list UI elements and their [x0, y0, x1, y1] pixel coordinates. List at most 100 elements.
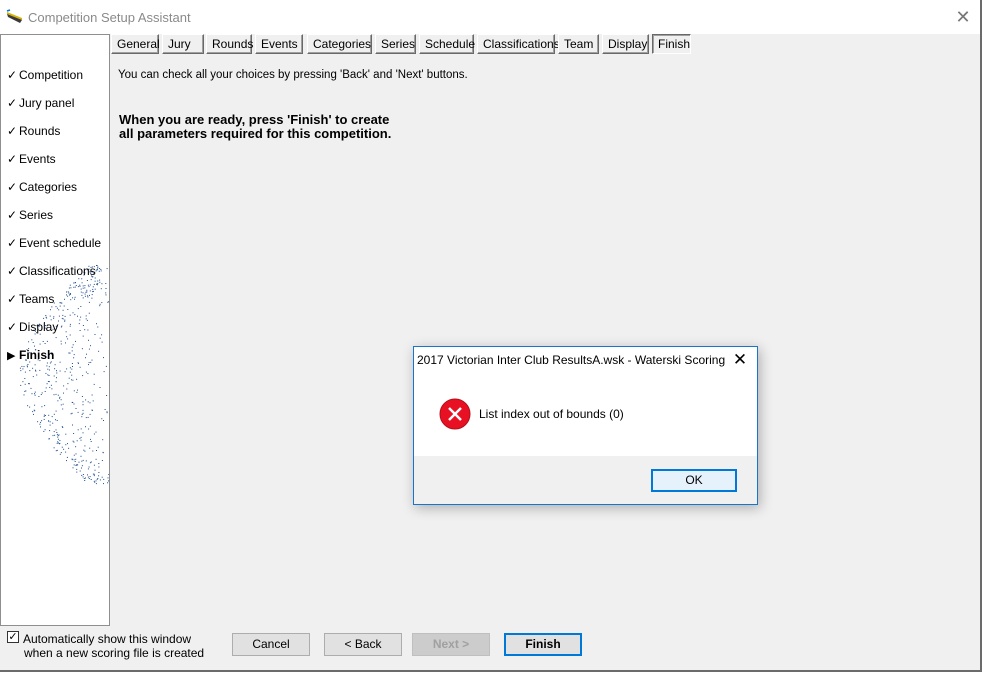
pattern-dot [82, 459, 84, 461]
pattern-dot [88, 362, 90, 364]
dialog-title: 2017 Victorian Inter Club ResultsA.wsk -… [417, 353, 726, 367]
pattern-dot [69, 371, 71, 373]
tab-jury[interactable]: Jury [162, 34, 204, 54]
tab-classifications[interactable]: Classifications [477, 34, 560, 54]
pattern-dot [66, 368, 68, 370]
ok-button[interactable]: OK [651, 469, 737, 492]
tab-events[interactable]: Events [255, 34, 303, 54]
pattern-dot [74, 461, 76, 462]
pattern-dot [56, 432, 58, 433]
pattern-dot [97, 284, 98, 286]
pattern-dot [107, 482, 109, 484]
pattern-dot [89, 425, 91, 427]
pattern-dot [77, 389, 78, 391]
pattern-dot [59, 440, 61, 442]
pattern-dot [68, 447, 70, 449]
pattern-dot [48, 369, 50, 371]
pattern-dot [55, 410, 57, 412]
pattern-dot [97, 266, 99, 268]
pattern-dot [46, 383, 48, 385]
pattern-dot [67, 295, 69, 297]
tab-categories[interactable]: Categories [307, 34, 372, 54]
pattern-dot [97, 269, 98, 271]
pattern-dot [74, 296, 76, 298]
setup-assistant-window: Competition Setup Assistant ✕ ✓ Competiti… [0, 0, 982, 672]
pattern-dot [75, 446, 77, 448]
pattern-dot [88, 301, 90, 303]
sidebar-step-series: ✓ Series [7, 208, 53, 226]
dialog-close-icon[interactable]: ✕ [731, 351, 749, 369]
pattern-dot [77, 308, 79, 310]
pattern-dot [23, 366, 25, 368]
pattern-dot [56, 420, 58, 421]
pattern-dot [93, 464, 95, 466]
pattern-dot [34, 404, 36, 406]
pattern-dot [99, 479, 101, 481]
pattern-dot [80, 428, 82, 430]
pattern-dot [48, 420, 50, 422]
pattern-dot [43, 418, 45, 420]
auto-show-checkbox[interactable]: ✓ [7, 631, 19, 643]
pattern-dot [88, 428, 90, 430]
tab-schedule[interactable]: Schedule [419, 34, 475, 54]
title-bar: Competition Setup Assistant ✕ [0, 0, 980, 34]
pattern-dot [50, 384, 52, 386]
finish-button[interactable]: Finish [504, 633, 582, 656]
pattern-dot [108, 474, 109, 475]
pattern-dot [69, 367, 71, 369]
auto-show-label-line-2: when a new scoring file is created [24, 646, 205, 660]
pattern-dot [61, 302, 63, 304]
pattern-dot [85, 291, 87, 293]
pattern-dot [74, 282, 76, 284]
pattern-dot [79, 319, 81, 321]
pattern-dot [74, 314, 76, 316]
tab-general[interactable]: General [111, 34, 160, 54]
pattern-dot [63, 305, 65, 307]
pattern-dot [24, 390, 26, 392]
pattern-dot [22, 368, 24, 370]
tab-series[interactable]: Series [375, 34, 416, 54]
pattern-dot [92, 286, 94, 288]
pattern-dot [59, 397, 60, 399]
pattern-dot [53, 447, 55, 449]
sidebar-step-rounds: ✓ Rounds [7, 124, 60, 142]
error-icon [439, 398, 471, 430]
close-icon[interactable]: ✕ [954, 8, 972, 26]
pattern-dot [19, 367, 21, 369]
pattern-dot [81, 416, 83, 418]
pattern-dot [82, 335, 84, 337]
pattern-dot [71, 350, 73, 352]
cancel-button[interactable]: Cancel [232, 633, 310, 656]
pattern-dot [92, 291, 94, 293]
pattern-dot [36, 374, 38, 376]
pattern-dot [103, 357, 104, 359]
pattern-dot [68, 377, 70, 379]
pattern-dot [95, 483, 97, 485]
error-dialog: 2017 Victorian Inter Club ResultsA.wsk -… [413, 346, 758, 505]
pattern-dot [85, 371, 87, 373]
pattern-dot [99, 387, 101, 388]
pattern-dot [84, 450, 86, 452]
pattern-dot [84, 285, 86, 287]
tab-team[interactable]: Team [558, 34, 599, 54]
pattern-dot [93, 475, 95, 477]
pattern-dot [81, 294, 83, 296]
pattern-dot [22, 381, 24, 383]
checkmark-icon: ✓ [7, 236, 18, 250]
pattern-dot [96, 450, 97, 451]
auto-show-label[interactable]: Automatically show this window when a ne… [23, 632, 204, 660]
pattern-dot [89, 294, 90, 296]
tab-finish[interactable]: Finish [652, 34, 691, 54]
pattern-dot [74, 282, 76, 283]
pattern-dot [69, 314, 71, 316]
tab-rounds[interactable]: Rounds [206, 34, 253, 54]
pattern-dot [71, 379, 72, 381]
pattern-dot [75, 285, 77, 286]
pattern-dot [58, 315, 60, 317]
pattern-dot [74, 298, 75, 300]
pattern-dot [35, 370, 37, 372]
back-button[interactable]: < Back [324, 633, 402, 656]
pattern-dot [87, 401, 89, 403]
next-button[interactable]: Next > [412, 633, 490, 656]
tab-display[interactable]: Display [602, 34, 649, 54]
